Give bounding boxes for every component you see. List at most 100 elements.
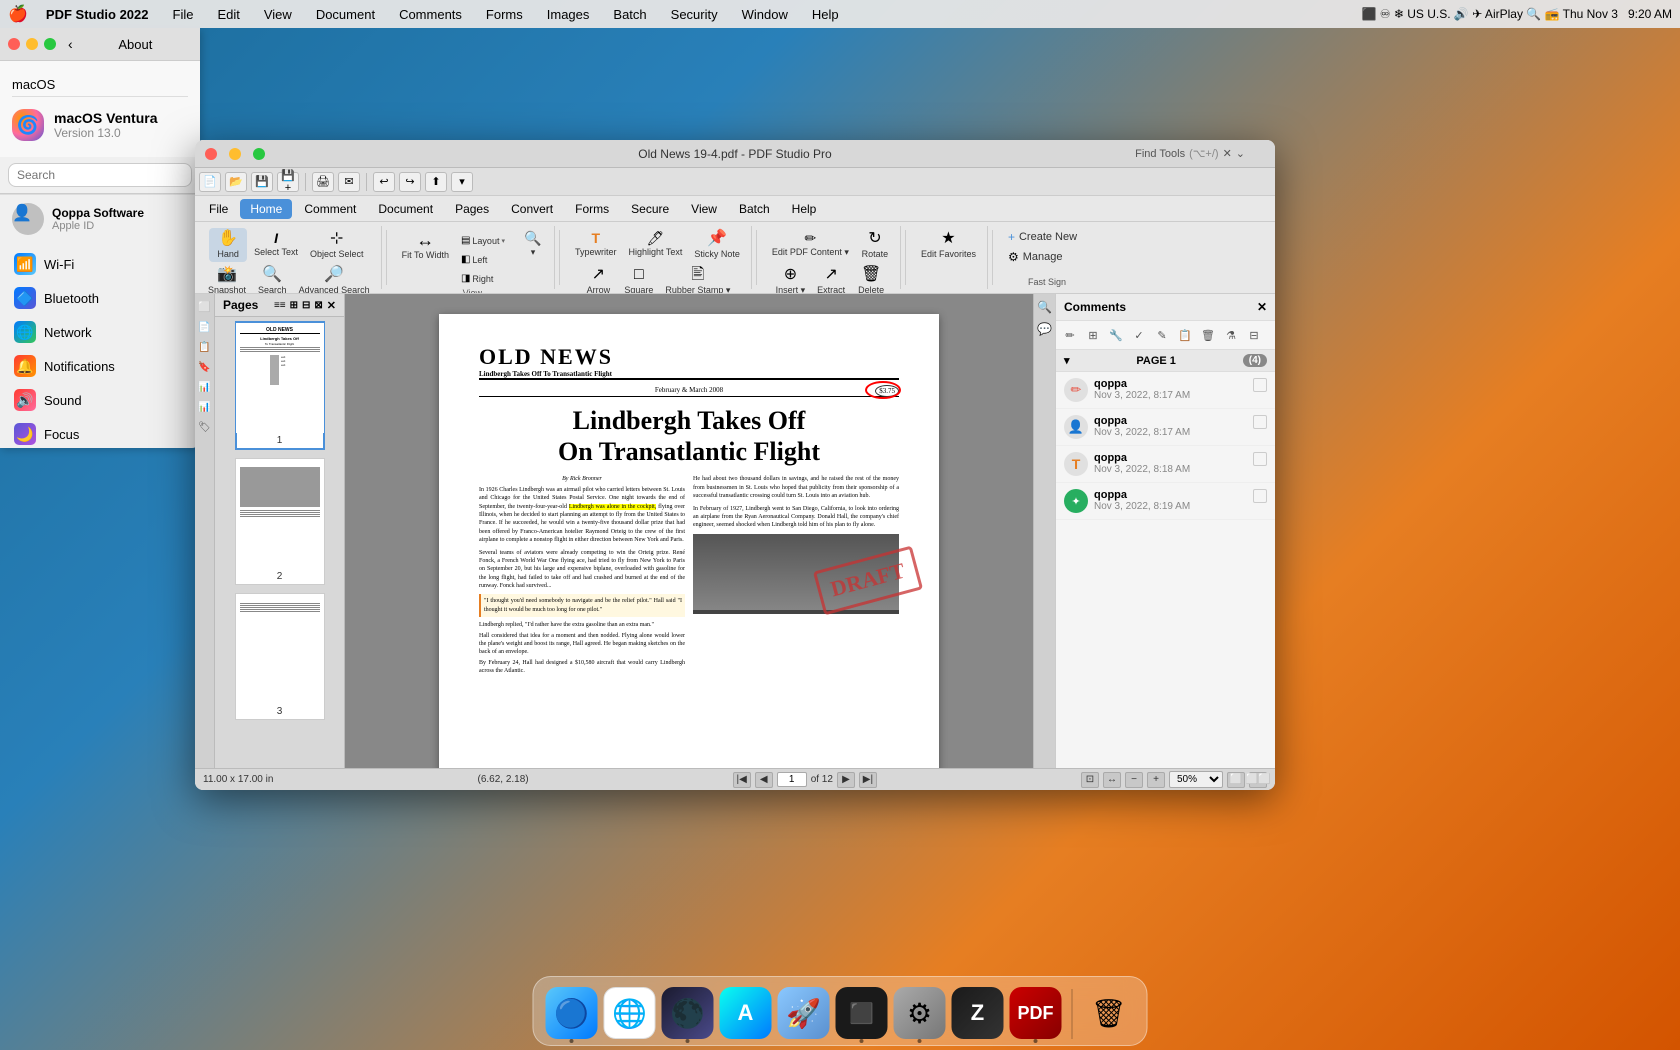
sticky-note-button[interactable]: 📌 Sticky Note xyxy=(689,228,745,262)
last-page-button[interactable]: ▶| xyxy=(859,772,877,788)
file-menu[interactable]: File xyxy=(167,5,200,24)
comment-tool-2[interactable]: ⊞ xyxy=(1083,325,1103,345)
dock-notch[interactable]: Z xyxy=(952,987,1004,1039)
pdf-file-menu[interactable]: File xyxy=(199,199,238,219)
comment-tool-delete[interactable]: 🗑 xyxy=(1198,325,1218,345)
rotate-button[interactable]: ↻ Rotate xyxy=(856,228,894,262)
pages-split-icon[interactable]: ⊟ xyxy=(302,300,310,311)
prev-page-button[interactable]: ◀ xyxy=(755,772,773,788)
pref-item-notifications[interactable]: 🔔 Notifications xyxy=(0,349,200,383)
zoom-in-button[interactable]: + xyxy=(1147,772,1165,788)
dock-launchpad[interactable]: 🚀 xyxy=(778,987,830,1039)
page-thumb-3[interactable]: 3 xyxy=(235,593,325,720)
delete-button[interactable]: 🗑 Delete xyxy=(852,264,890,294)
pdf-view-menu[interactable]: View xyxy=(681,199,727,219)
zoom-fit-width-button2[interactable]: ↔ xyxy=(1103,772,1121,788)
sidebar-tool-5[interactable]: 📊 xyxy=(196,378,214,396)
sidebar-tool-7[interactable]: 🏷 xyxy=(196,418,214,436)
find-tools-expand-icon[interactable]: ⌄ xyxy=(1236,147,1245,160)
pdf-forms-menu[interactable]: Forms xyxy=(565,199,619,219)
highlight-text-button[interactable]: 🖊 Highlight Text xyxy=(623,228,687,260)
comment-4-checkbox[interactable] xyxy=(1253,489,1267,503)
view-menu[interactable]: View xyxy=(258,5,298,24)
sidebar-tool-1[interactable]: ⬜ xyxy=(196,298,214,316)
window-menu[interactable]: Window xyxy=(736,5,794,24)
comment-item-1[interactable]: ✏ qoppa Nov 3, 2022, 8:17 AM xyxy=(1056,372,1275,409)
maximize-button[interactable] xyxy=(44,38,56,50)
forms-menu[interactable]: Forms xyxy=(480,5,529,24)
pdf-home-menu[interactable]: Home xyxy=(240,199,292,219)
create-new-button[interactable]: + Create New xyxy=(1003,228,1091,246)
pdf-pages-menu[interactable]: Pages xyxy=(445,199,499,219)
open-file-button[interactable]: 📂 xyxy=(225,172,247,192)
pdf-secure-menu[interactable]: Secure xyxy=(621,199,679,219)
object-select-button[interactable]: ⊹ Object Select xyxy=(305,228,369,262)
back-button[interactable]: ‹ xyxy=(68,36,73,52)
pdf-maximize-button[interactable] xyxy=(253,148,265,160)
print-button[interactable]: 🖨 xyxy=(312,172,334,192)
comment-2-checkbox[interactable] xyxy=(1253,415,1267,429)
dock-appstore[interactable]: A xyxy=(720,987,772,1039)
typewriter-button[interactable]: T Typewriter xyxy=(570,228,622,260)
help-menu[interactable]: Help xyxy=(806,5,845,24)
view-mode-single[interactable]: ⬜ xyxy=(1227,772,1245,788)
pages-close-icon[interactable]: ✕ xyxy=(327,299,336,312)
pdf-right-tool-1[interactable]: 🔍 xyxy=(1036,298,1054,316)
pref-item-wifi[interactable]: 📶 Wi-Fi xyxy=(0,247,200,281)
comments-close-icon[interactable]: ✕ xyxy=(1257,300,1267,314)
search-button[interactable]: 🔍 Search xyxy=(253,264,292,294)
find-tools-close-icon[interactable]: ✕ xyxy=(1223,147,1232,160)
zoom-select[interactable]: 50% 75% 100% 150% xyxy=(1169,771,1223,788)
pdf-comment-menu[interactable]: Comment xyxy=(294,199,366,219)
first-page-button[interactable]: |◀ xyxy=(733,772,751,788)
comment-item-3[interactable]: T qoppa Nov 3, 2022, 8:18 AM xyxy=(1056,446,1275,483)
page-thumb-2[interactable]: 2 xyxy=(235,458,325,585)
comment-item-2[interactable]: 👤 qoppa Nov 3, 2022, 8:17 AM xyxy=(1056,409,1275,446)
insert-button[interactable]: ⊕ Insert ▾ xyxy=(771,264,811,294)
share-button[interactable]: ⬆ xyxy=(425,172,447,192)
zoom-fit-page-button[interactable]: ⊡ xyxy=(1081,772,1099,788)
extract-button[interactable]: ↗ Extract xyxy=(812,264,850,294)
comment-3-checkbox[interactable] xyxy=(1253,452,1267,466)
arrow-button[interactable]: ↗ Arrow xyxy=(579,264,617,294)
sidebar-tool-3[interactable]: 📋 xyxy=(196,338,214,356)
redo-button[interactable]: ↪ xyxy=(399,172,421,192)
left-button[interactable]: ◧ Left xyxy=(456,251,516,268)
pdf-convert-menu[interactable]: Convert xyxy=(501,199,563,219)
pages-sort-icon[interactable]: ≡≡ xyxy=(274,300,286,311)
comment-1-checkbox[interactable] xyxy=(1253,378,1267,392)
page-thumb-1[interactable]: OLD NEWS Lindbergh Takes Off To Transatl… xyxy=(235,321,325,450)
comment-tool-1[interactable]: ✏ xyxy=(1060,325,1080,345)
undo-button[interactable]: ↩ xyxy=(373,172,395,192)
zoom-out-button[interactable]: − xyxy=(1125,772,1143,788)
square-button[interactable]: □ Square xyxy=(619,264,658,294)
comment-tool-edit[interactable]: ✎ xyxy=(1152,325,1172,345)
comment-tool-table[interactable]: ⊟ xyxy=(1244,325,1264,345)
pdf-minimize-button[interactable] xyxy=(229,148,241,160)
dock-eclipse[interactable]: 🌑 xyxy=(662,987,714,1039)
pages-expand-icon[interactable]: ⊠ xyxy=(314,300,322,311)
dock-chrome[interactable]: 🌐 xyxy=(604,987,656,1039)
zoom-button[interactable]: 🔍 ▾ xyxy=(518,228,548,261)
pdf-help-menu[interactable]: Help xyxy=(782,199,827,219)
rubber-stamp-button[interactable]: 🖹 Rubber Stamp ▾ xyxy=(660,264,735,294)
right-button[interactable]: ◨ Right xyxy=(456,270,516,287)
dock-finder[interactable]: 🔵 xyxy=(546,987,598,1039)
dock-terminal[interactable]: ⬛ xyxy=(836,987,888,1039)
hand-tool-button[interactable]: ✋ Hand xyxy=(209,228,247,262)
pdf-close-button[interactable] xyxy=(205,148,217,160)
batch-menu[interactable]: Batch xyxy=(607,5,652,24)
next-page-button[interactable]: ▶ xyxy=(837,772,855,788)
snapshot-button[interactable]: 📸 Snapshot xyxy=(203,264,251,294)
select-text-button[interactable]: I Select Text xyxy=(249,228,303,260)
pref-item-focus[interactable]: 🌙 Focus xyxy=(0,417,200,448)
security-menu[interactable]: Security xyxy=(665,5,724,24)
pdf-document-menu[interactable]: Document xyxy=(368,199,443,219)
pages-grid-icon[interactable]: ⊞ xyxy=(290,300,298,311)
email-button[interactable]: ✉ xyxy=(338,172,360,192)
pdf-batch-menu[interactable]: Batch xyxy=(729,199,780,219)
comments-menu[interactable]: Comments xyxy=(393,5,468,24)
minimize-button[interactable] xyxy=(26,38,38,50)
dock-syspref[interactable]: ⚙ xyxy=(894,987,946,1039)
comment-tool-3[interactable]: 🔧 xyxy=(1106,325,1126,345)
